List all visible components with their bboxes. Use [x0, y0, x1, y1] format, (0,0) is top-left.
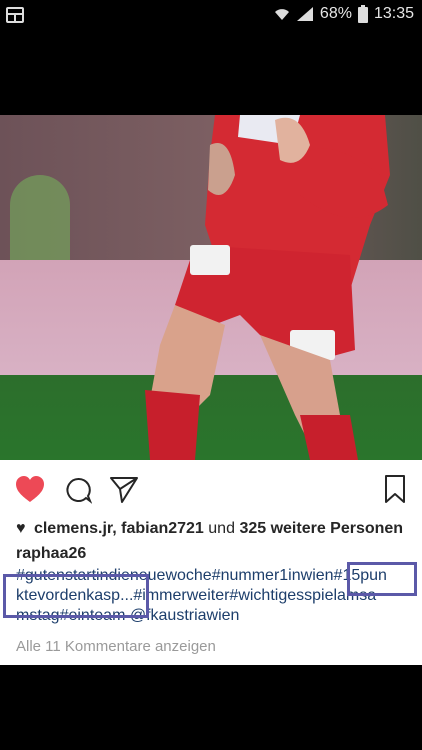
- view-comments-link[interactable]: Alle 11 Kommentare anzeigen: [16, 638, 216, 655]
- top-black-area: [0, 30, 422, 115]
- photo-player: [145, 115, 390, 460]
- post-author[interactable]: raphaa26: [16, 545, 86, 563]
- status-bar: 68% 13:35: [0, 0, 422, 30]
- status-right: 68% 13:35: [274, 5, 414, 23]
- likes-connector: und: [208, 520, 235, 537]
- likes-line[interactable]: ♥ clemens.jr, fabian2721 und 325 weitere…: [16, 520, 403, 538]
- post-photo[interactable]: [0, 115, 422, 460]
- comment-icon[interactable]: [64, 476, 92, 504]
- clock: 13:35: [373, 5, 414, 22]
- heart-icon[interactable]: [14, 474, 46, 504]
- signal-icon: [296, 7, 313, 21]
- send-icon[interactable]: [108, 474, 140, 504]
- small-heart-icon: ♥: [16, 520, 26, 537]
- battery-percent: 68%: [319, 5, 352, 22]
- app-icon: [6, 7, 24, 23]
- bookmark-icon[interactable]: [384, 474, 406, 504]
- battery-icon: [357, 5, 368, 23]
- likes-names[interactable]: clemens.jr, fabian2721: [34, 520, 204, 537]
- action-bar: [0, 468, 422, 510]
- likes-count[interactable]: 325 weitere Personen: [239, 520, 403, 537]
- bottom-black-area: [0, 665, 422, 750]
- highlight-box: [347, 562, 417, 596]
- wifi-icon: [274, 9, 289, 20]
- highlight-box: [3, 574, 149, 618]
